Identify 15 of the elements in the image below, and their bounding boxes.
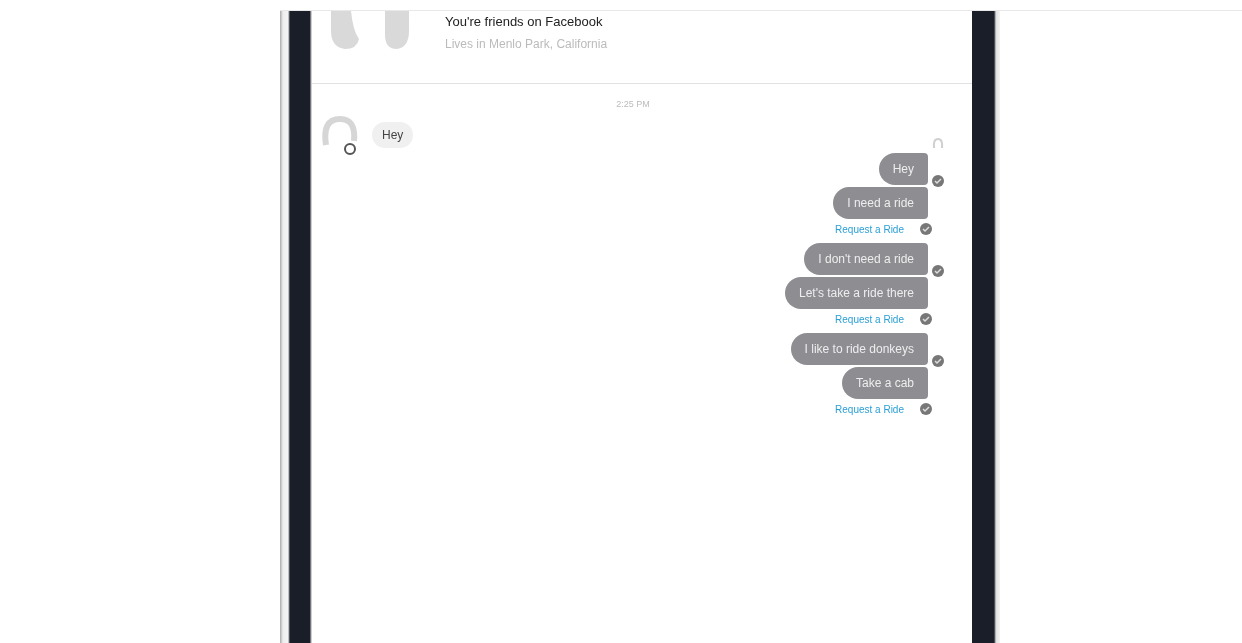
incoming-message: Hey	[372, 122, 414, 148]
request-ride-link[interactable]: Request a Ride	[835, 404, 916, 415]
outgoing-message: I like to ride donkeys	[790, 333, 928, 365]
friends-notice: You're friends on Facebook	[445, 14, 604, 29]
avatar-icon	[322, 115, 358, 155]
request-ride-link[interactable]: Request a Ride	[835, 314, 916, 325]
outgoing-message: Let's take a ride there	[784, 277, 928, 309]
seen-avatar-icon	[932, 137, 944, 149]
location-text: Lives in Menlo Park, California	[445, 37, 608, 51]
timestamp: 2:25 PM	[616, 99, 650, 109]
outgoing-message: Hey	[878, 153, 928, 185]
outgoing-message: I don't need a ride	[804, 243, 928, 275]
outgoing-message: Take a cab	[841, 367, 928, 399]
outgoing-message: I need a ride	[833, 187, 928, 219]
request-ride-link[interactable]: Request a Ride	[835, 224, 916, 235]
